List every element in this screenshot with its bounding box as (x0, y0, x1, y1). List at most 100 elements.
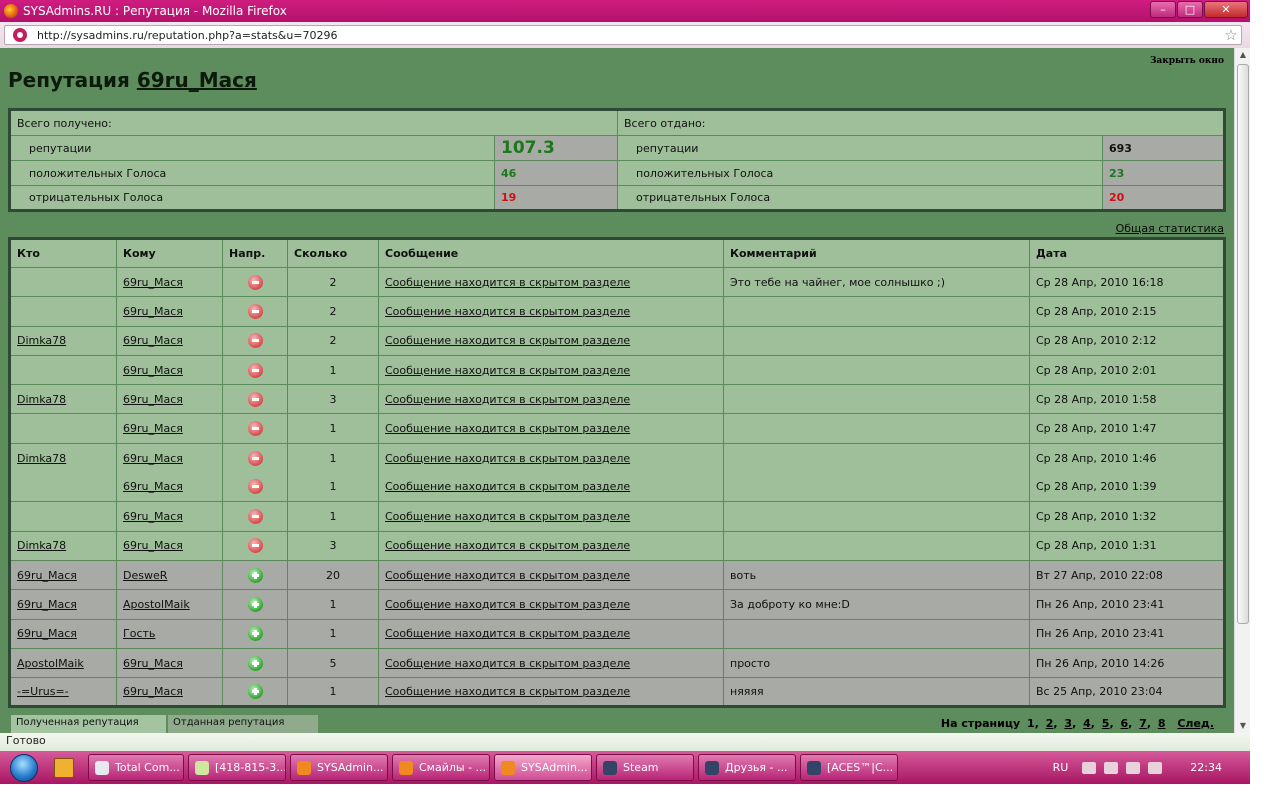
address-bar[interactable]: http://sysadmins.ru/reputation.php?a=sta… (4, 25, 1242, 45)
minus-icon (247, 479, 263, 495)
table-row: Dimka78 69ru_Мася 1 Сообщение находится в с… (9, 442, 1225, 473)
cell-message: Сообщение находится в скрытом разделе (378, 559, 724, 590)
tab-received[interactable]: Полученная репутация (11, 715, 166, 733)
page-link-4[interactable]: 4 (1083, 717, 1091, 730)
page-link-8[interactable]: 8 (1158, 717, 1166, 730)
browser-toolbar: http://sysadmins.ru/reputation.php?a=sta… (0, 22, 1250, 48)
page-link-6[interactable]: 6 (1120, 717, 1128, 730)
cell-to: 69ru_Мася (116, 677, 223, 707)
page-link-3[interactable]: 3 (1064, 717, 1072, 730)
table-row: 69ru_Мася 1 Сообщение находится в скрытом … (9, 472, 1225, 502)
scrollbar-thumb[interactable] (1237, 64, 1249, 624)
general-stats-link[interactable]: Общая статистика (1116, 222, 1224, 235)
to-link[interactable]: 69ru_Мася (123, 334, 183, 347)
who-link[interactable]: Dimka78 (17, 452, 66, 465)
cell-comment: воть (723, 559, 1030, 590)
received-pos-value: 46 (494, 160, 618, 186)
taskbar-item[interactable]: [418-815-3... (188, 754, 286, 781)
antivirus-icon[interactable] (1148, 761, 1163, 774)
taskbar-item[interactable]: SYSAdmin... (290, 754, 388, 781)
flag-icon[interactable] (1082, 761, 1097, 774)
taskbar-item[interactable]: SYSAdmin... (494, 754, 592, 781)
to-link[interactable]: 69ru_Мася (123, 452, 183, 465)
message-link[interactable]: Сообщение находится в скрытом разделе (385, 452, 630, 465)
scroll-up-icon[interactable]: ▲ (1235, 48, 1251, 62)
minus-icon (247, 391, 263, 407)
cell-message: Сообщение находится в скрытом разделе (378, 647, 724, 678)
cell-amount: 1 (287, 413, 379, 444)
message-link[interactable]: Сообщение находится в скрытом разделе (385, 305, 630, 318)
next-page-link[interactable]: След. (1177, 717, 1214, 730)
taskbar-item[interactable]: [ACES™|C... (800, 754, 898, 781)
network-icon[interactable] (1104, 761, 1119, 774)
to-link[interactable]: 69ru_Мася (123, 364, 183, 377)
to-link[interactable]: 69ru_Мася (123, 539, 183, 552)
tab-given[interactable]: Отданная репутация (168, 715, 318, 733)
who-link[interactable]: -=Urus=- (17, 685, 69, 698)
taskbar-item[interactable]: Друзья - ... (698, 754, 796, 781)
cell-who: Dimka78 (9, 325, 117, 356)
message-link[interactable]: Сообщение находится в скрытом разделе (385, 334, 630, 347)
to-link[interactable]: 69ru_Мася (123, 480, 183, 493)
taskbar-item[interactable]: Steam (596, 754, 694, 781)
who-link[interactable]: 69ru_Мася (17, 627, 77, 640)
to-link[interactable]: 69ru_Мася (123, 657, 183, 670)
cell-amount: 1 (287, 618, 379, 649)
taskbar-item[interactable]: Total Com... (88, 754, 184, 781)
to-link[interactable]: ApostolMaik (123, 598, 190, 611)
taskbar-item-label: SYSAdmin... (317, 761, 384, 774)
cell-message: Сообщение находится в скрытом разделе (378, 472, 724, 502)
table-header-row: Кто Кому Напр. Сколько Сообщение Коммент… (9, 238, 1225, 268)
cell-message: Сообщение находится в скрытом разделе (378, 325, 724, 356)
to-link[interactable]: DesweR (123, 569, 167, 582)
cell-message: Сообщение находится в скрытом разделе (378, 589, 724, 620)
cell-message: Сообщение находится в скрытом разделе (378, 618, 724, 649)
page-link-7[interactable]: 7 (1139, 717, 1147, 730)
message-link[interactable]: Сообщение находится в скрытом разделе (385, 510, 630, 523)
message-link[interactable]: Сообщение находится в скрытом разделе (385, 657, 630, 670)
cell-direction (222, 384, 288, 414)
message-link[interactable]: Сообщение находится в скрытом разделе (385, 539, 630, 552)
vertical-scrollbar[interactable]: ▲ ▼ (1234, 48, 1250, 733)
to-link[interactable]: 69ru_Мася (123, 422, 183, 435)
scroll-down-icon[interactable]: ▼ (1235, 719, 1251, 733)
who-link[interactable]: Dimka78 (17, 539, 66, 552)
cell-to: 69ru_Мася (116, 530, 223, 561)
who-link[interactable]: Dimka78 (17, 393, 66, 406)
who-link[interactable]: 69ru_Мася (17, 569, 77, 582)
to-link[interactable]: 69ru_Мася (123, 305, 183, 318)
message-link[interactable]: Сообщение находится в скрытом разделе (385, 480, 630, 493)
message-link[interactable]: Сообщение находится в скрытом разделе (385, 393, 630, 406)
desktop-edge (1250, 0, 1280, 800)
close-button[interactable]: ✕ (1204, 1, 1248, 18)
to-link[interactable]: Гость (123, 627, 155, 640)
message-link[interactable]: Сообщение находится в скрытом разделе (385, 364, 630, 377)
message-link[interactable]: Сообщение находится в скрытом разделе (385, 276, 630, 289)
close-window-link[interactable]: Закрыть окно (1150, 56, 1224, 66)
start-button[interactable] (6, 751, 42, 784)
to-link[interactable]: 69ru_Мася (123, 276, 183, 289)
bookmark-star-icon[interactable]: ☆ (1221, 26, 1241, 44)
cell-amount: 3 (287, 384, 379, 414)
who-link[interactable]: 69ru_Мася (17, 598, 77, 611)
taskbar-item[interactable]: Смайлы - ... (392, 754, 490, 781)
volume-icon[interactable] (1126, 761, 1141, 774)
message-link[interactable]: Сообщение находится в скрытом разделе (385, 422, 630, 435)
page-title-user-link[interactable]: 69ru_Мася (137, 68, 257, 92)
cell-who (9, 472, 117, 502)
to-link[interactable]: 69ru_Мася (123, 510, 183, 523)
message-link[interactable]: Сообщение находится в скрытом разделе (385, 627, 630, 640)
message-link[interactable]: Сообщение находится в скрытом разделе (385, 569, 630, 582)
who-link[interactable]: Dimka78 (17, 334, 66, 347)
who-link[interactable]: ApostolMaik (17, 657, 84, 670)
media-player-icon[interactable] (54, 757, 74, 778)
clock[interactable]: 22:34 (1190, 761, 1222, 774)
to-link[interactable]: 69ru_Мася (123, 685, 183, 698)
minimize-button[interactable]: – (1150, 1, 1176, 18)
message-link[interactable]: Сообщение находится в скрытом разделе (385, 685, 630, 698)
message-link[interactable]: Сообщение находится в скрытом разделе (385, 598, 630, 611)
to-link[interactable]: 69ru_Мася (123, 393, 183, 406)
maximize-button[interactable]: □ (1177, 1, 1203, 18)
language-indicator[interactable]: RU (1053, 761, 1069, 774)
url-text[interactable]: http://sysadmins.ru/reputation.php?a=sta… (37, 29, 1221, 42)
